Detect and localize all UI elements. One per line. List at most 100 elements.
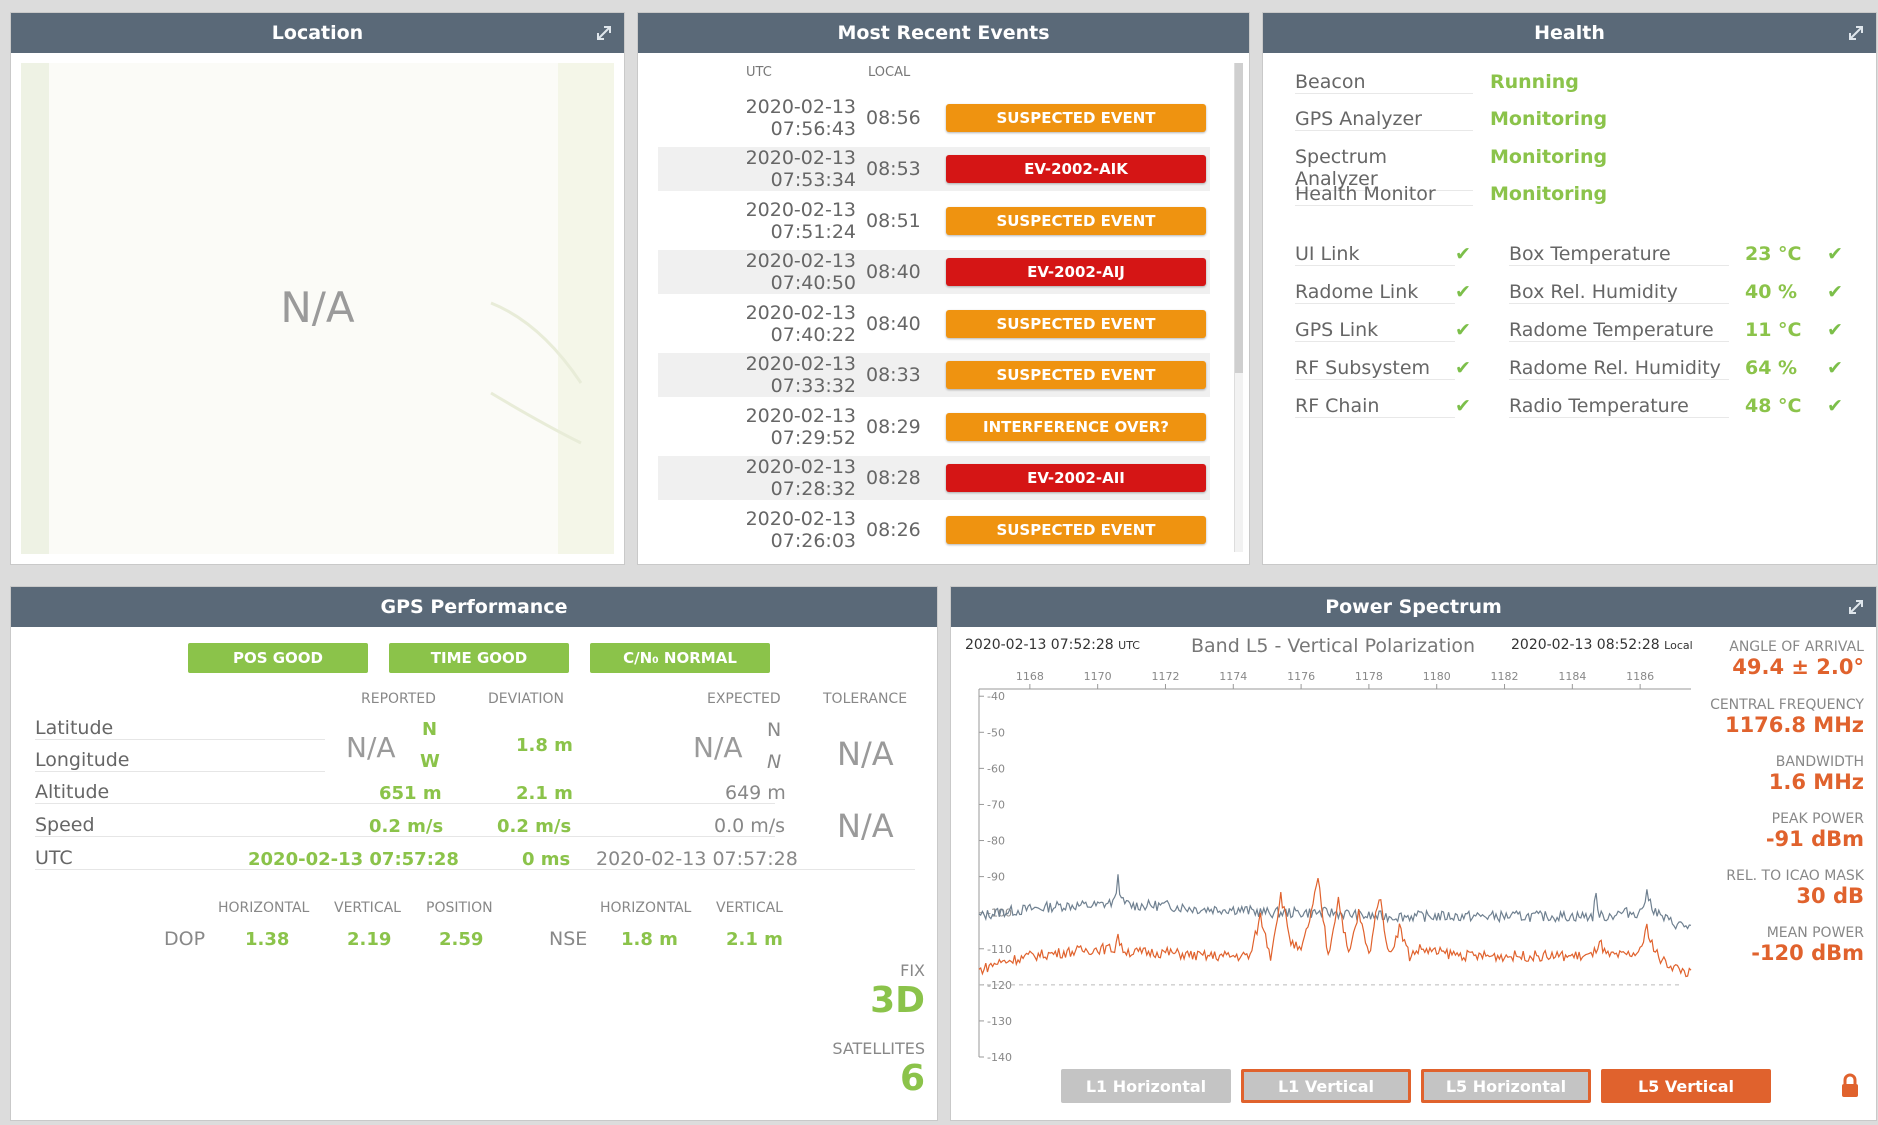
check-icon: ✔ xyxy=(1455,281,1471,303)
x-tick-label: 1176 xyxy=(1287,670,1315,683)
spectrum-band-label: Band L5 - Vertical Polarization xyxy=(1191,635,1476,657)
health-header: Health xyxy=(1263,13,1876,53)
metric-value: 30 dB xyxy=(1796,884,1864,908)
sensor-name: Box Temperature xyxy=(1509,243,1729,266)
reported-lat-dir: N xyxy=(422,719,438,740)
dop-horizontal: 1.38 xyxy=(245,929,290,950)
event-local: 08:40 xyxy=(866,313,921,335)
x-tick-label: 1182 xyxy=(1491,670,1519,683)
reported-position-na: N/A xyxy=(346,731,396,764)
check-icon: ✔ xyxy=(1827,395,1843,417)
l1-vertical-button[interactable]: L1 Vertical xyxy=(1241,1069,1411,1103)
nse-horizontal-header: HORIZONTAL xyxy=(600,900,692,916)
lock-icon[interactable] xyxy=(1840,1073,1860,1099)
tolerance-speed-na: N/A xyxy=(837,807,894,845)
sensor-value: 40 % xyxy=(1745,281,1798,303)
location-map[interactable]: N/A xyxy=(21,63,614,554)
events-scrollbar-thumb[interactable] xyxy=(1235,63,1243,373)
dop-position: 2.59 xyxy=(439,929,484,950)
speed-reported: 0.2 m/s xyxy=(369,816,444,837)
link-name: GPS Link xyxy=(1295,319,1455,342)
metric-label: CENTRAL FREQUENCY xyxy=(1710,697,1864,713)
nse-vertical-header: VERTICAL xyxy=(716,900,783,916)
spectrum-utc-suffix: UTC xyxy=(1118,639,1140,652)
y-tick-label: -60 xyxy=(987,762,1005,775)
event-badge[interactable]: SUSPECTED EVENT xyxy=(946,207,1206,235)
event-row[interactable]: 2020-02-13 07:28:32 08:28 EV-2002-AII xyxy=(658,456,1210,500)
event-row[interactable]: 2020-02-13 07:53:34 08:53 EV-2002-AIK xyxy=(658,147,1210,191)
metric-label: ANGLE OF ARRIVAL xyxy=(1729,639,1864,655)
events-header: Most Recent Events xyxy=(638,13,1249,53)
header-deviation: DEVIATION xyxy=(488,691,564,707)
dop-vertical: 2.19 xyxy=(347,929,392,950)
service-status: Monitoring xyxy=(1490,146,1608,168)
expand-icon[interactable] xyxy=(1846,597,1866,617)
header-tolerance: TOLERANCE xyxy=(823,691,908,707)
spectrum-utc-time: 2020-02-13 07:52:28 UTC xyxy=(965,637,1140,653)
event-utc: 2020-02-13 07:51:24 xyxy=(745,199,856,243)
expand-icon[interactable] xyxy=(1846,23,1866,43)
location-title: Location xyxy=(271,22,364,44)
event-badge[interactable]: EV-2002-AIK xyxy=(946,155,1206,183)
event-row[interactable]: 2020-02-13 07:33:32 08:33 SUSPECTED EVEN… xyxy=(658,353,1210,397)
speed-deviation: 0.2 m/s xyxy=(497,816,572,837)
link-name: RF Subsystem xyxy=(1295,357,1455,380)
event-local: 08:56 xyxy=(866,107,921,129)
sensor-name: Radome Temperature xyxy=(1509,319,1729,342)
event-utc: 2020-02-13 07:53:34 xyxy=(745,147,856,191)
metric-value: 1176.8 MHz xyxy=(1724,713,1864,737)
events-scrollbar[interactable] xyxy=(1234,63,1243,552)
spectrum-local-suffix: Local xyxy=(1664,639,1693,652)
event-row[interactable]: 2020-02-13 07:29:52 08:29 INTERFERENCE O… xyxy=(658,405,1210,449)
check-icon: ✔ xyxy=(1827,243,1843,265)
event-row[interactable]: 2020-02-13 07:40:50 08:40 EV-2002-AIJ xyxy=(658,250,1210,294)
gps-header: GPS Performance xyxy=(11,587,937,627)
event-badge[interactable]: SUSPECTED EVENT xyxy=(946,516,1206,544)
location-panel: Location N/A xyxy=(10,12,625,565)
l5-vertical-button[interactable]: L5 Vertical xyxy=(1601,1069,1771,1103)
event-row[interactable]: 2020-02-13 07:26:03 08:26 SUSPECTED EVEN… xyxy=(658,508,1210,552)
event-badge[interactable]: EV-2002-AIJ xyxy=(946,258,1206,286)
event-badge[interactable]: INTERFERENCE OVER? xyxy=(946,413,1206,441)
satellites-value: 6 xyxy=(899,1058,925,1099)
y-tick-label: -130 xyxy=(987,1015,1012,1028)
event-badge[interactable]: SUSPECTED EVENT xyxy=(946,104,1206,132)
service-name: GPS Analyzer xyxy=(1295,108,1473,131)
x-tick-label: 1172 xyxy=(1151,670,1179,683)
spectrum-chart[interactable]: 1168 1170 1172 1174 1176 1178 1180 1182 1184 1186… xyxy=(961,659,1701,1061)
nse-horizontal: 1.8 m xyxy=(621,929,678,950)
expand-icon[interactable] xyxy=(594,23,614,43)
event-row[interactable]: 2020-02-13 07:40:22 08:40 SUSPECTED EVEN… xyxy=(658,302,1210,346)
spectrum-panel: Power Spectrum 2020-02-13 07:52:28 UTC B… xyxy=(950,586,1877,1121)
speed-expected: 0.0 m/s xyxy=(714,815,786,837)
l1-horizontal-button[interactable]: L1 Horizontal xyxy=(1061,1069,1231,1103)
link-name: UI Link xyxy=(1295,243,1455,266)
expected-lon-dir: N xyxy=(767,751,782,773)
spectrum-header: Power Spectrum xyxy=(951,587,1876,627)
metric-label: MEAN POWER xyxy=(1766,925,1864,941)
check-icon: ✔ xyxy=(1455,395,1471,417)
service-status: Running xyxy=(1490,71,1579,93)
event-row[interactable]: 2020-02-13 07:51:24 08:51 SUSPECTED EVEN… xyxy=(658,199,1210,243)
x-tick-label: 1170 xyxy=(1084,670,1112,683)
metric-label: REL. TO ICAO MASK xyxy=(1726,868,1864,884)
event-badge[interactable]: SUSPECTED EVENT xyxy=(946,310,1206,338)
pos-status-pill: POS GOOD xyxy=(188,643,368,673)
metric-label: BANDWIDTH xyxy=(1775,754,1864,770)
x-tick-label: 1184 xyxy=(1558,670,1586,683)
event-row[interactable]: 2020-02-13 07:56:43 08:56 SUSPECTED EVEN… xyxy=(658,96,1210,140)
header-reported: REPORTED xyxy=(361,691,436,707)
expected-position-na: N/A xyxy=(693,731,743,764)
health-panel: Health Beacon Running GPS Analyzer Monit… xyxy=(1262,12,1877,565)
col-header-utc: UTC xyxy=(746,65,772,80)
gps-panel: GPS Performance POS GOOD TIME GOOD C/N₀ … xyxy=(10,586,938,1121)
event-badge[interactable]: SUSPECTED EVENT xyxy=(946,361,1206,389)
l5-horizontal-button[interactable]: L5 Horizontal xyxy=(1421,1069,1591,1103)
location-na: N/A xyxy=(280,283,355,332)
position-deviation: 1.8 m xyxy=(516,735,573,756)
dop-vertical-header: VERTICAL xyxy=(334,900,401,916)
event-badge[interactable]: EV-2002-AII xyxy=(946,464,1206,492)
check-icon: ✔ xyxy=(1827,281,1843,303)
check-icon: ✔ xyxy=(1455,243,1471,265)
utc-deviation: 0 ms xyxy=(522,849,571,870)
